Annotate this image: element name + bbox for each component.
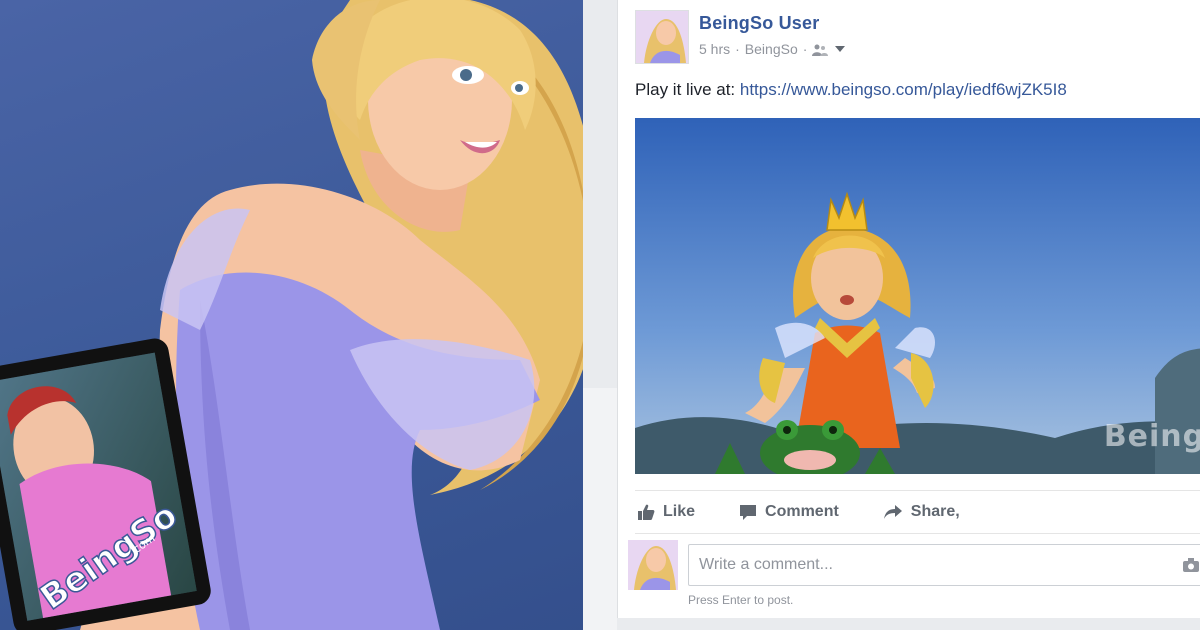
share-button[interactable]: Share,: [883, 503, 960, 521]
author-name[interactable]: BeingSo User: [699, 13, 819, 34]
post-source: BeingSo: [744, 41, 798, 57]
video-preview[interactable]: Beings: [635, 118, 1200, 474]
feed-post: BeingSo User 5 hrs · BeingSo · Play it l…: [583, 0, 1200, 630]
comment-icon: [740, 505, 757, 520]
audience-icon[interactable]: [812, 43, 829, 56]
post-text: Play it live at: https://www.beingso.com…: [635, 80, 1067, 100]
princess-illustration: BeingSo .com: [0, 0, 602, 630]
like-icon: [638, 504, 655, 520]
meta-separator: ·: [735, 41, 740, 57]
caret-down-icon[interactable]: [835, 46, 846, 52]
author-avatar[interactable]: [635, 10, 689, 64]
post-actions: Like Comment Share,: [635, 490, 1200, 534]
like-label: Like: [663, 503, 696, 520]
meta-separator: ·: [802, 41, 808, 57]
commenter-avatar[interactable]: [628, 540, 678, 590]
post-link[interactable]: https://www.beingso.com/play/iedf6wjZK5I…: [740, 80, 1067, 99]
comment-box[interactable]: [688, 544, 1200, 586]
comment-button[interactable]: Comment: [739, 503, 839, 521]
comment-composer: Press Enter to post.: [628, 540, 1200, 620]
share-label: Share,: [910, 503, 960, 520]
post-text-prefix: Play it live at:: [635, 80, 740, 99]
comment-hint: Press Enter to post.: [688, 593, 794, 607]
camera-icon[interactable]: [1183, 558, 1199, 572]
comment-label: Comment: [765, 503, 839, 520]
post-card: BeingSo User 5 hrs · BeingSo · Play it l…: [617, 0, 1200, 618]
share-icon: [883, 505, 902, 519]
post-time[interactable]: 5 hrs: [699, 41, 730, 57]
promo-illustration: BeingSo .com: [0, 0, 620, 630]
post-meta: 5 hrs · BeingSo ·: [699, 41, 846, 57]
comment-input[interactable]: [697, 555, 1200, 575]
video-watermark: Beings: [1103, 419, 1200, 454]
like-button[interactable]: Like: [637, 503, 695, 521]
